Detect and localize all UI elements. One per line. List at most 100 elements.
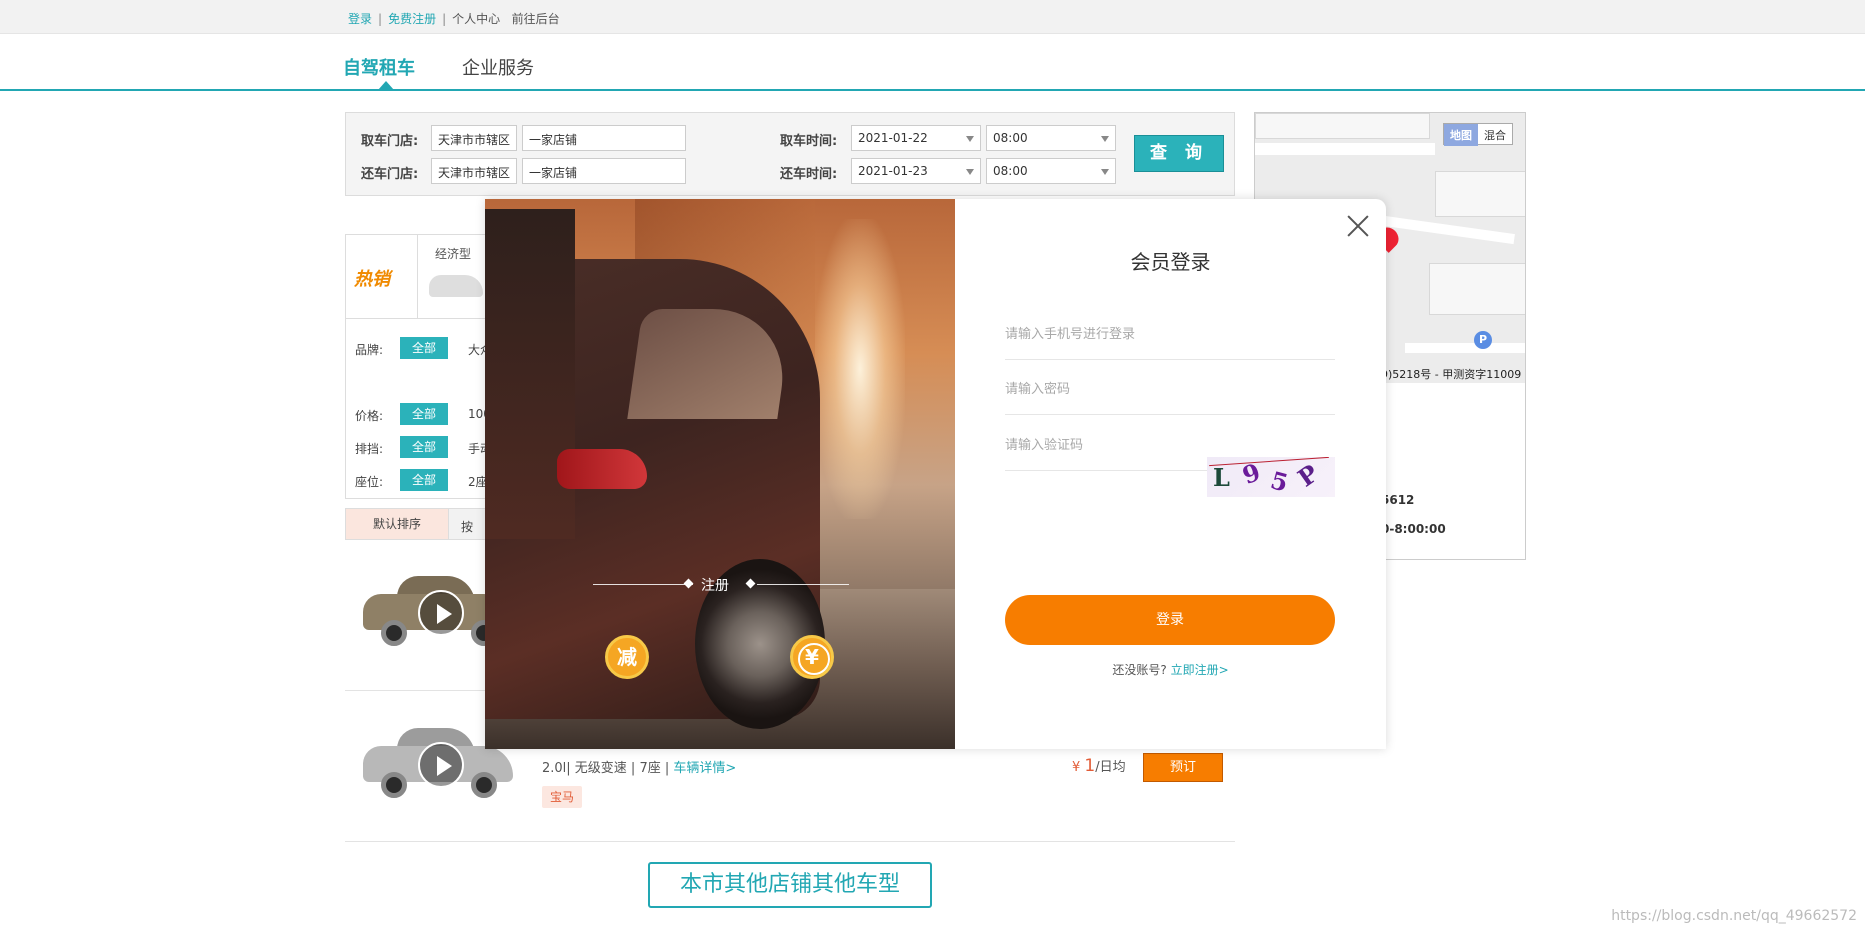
map-address: 9)5218号 - 甲测资字11009 [1381, 368, 1522, 381]
other-stores-button[interactable]: 本市其他店铺其他车型 [648, 862, 932, 908]
map-road [1255, 143, 1435, 155]
active-tab-indicator [378, 81, 394, 90]
coin-badge-icon: ¥ [790, 635, 834, 679]
discount-badge-icon: 减 [605, 635, 649, 679]
pickup-date-select[interactable]: 2021-01-22 [851, 125, 981, 151]
car-wheel [381, 772, 407, 798]
book-button[interactable]: 预订 [1143, 753, 1223, 782]
login-button[interactable]: 登录 [1005, 595, 1335, 645]
login-title: 会员登录 [1130, 250, 1211, 274]
captcha-char: 5 [1267, 465, 1292, 497]
play-video-icon[interactable] [418, 742, 464, 788]
phone-input[interactable] [1005, 310, 1335, 360]
price-currency: ¥ [1072, 760, 1081, 775]
seat-all-button[interactable]: 全部 [400, 469, 448, 491]
brand-tag: 宝马 [542, 786, 583, 808]
gear-all-button[interactable]: 全部 [400, 436, 448, 458]
admin-link[interactable]: 前往后台 [512, 10, 560, 27]
filter-panel: 热销 经济型 品牌: 全部 大众 价格: 全部 100 排挡: 全部 手动 座位… [345, 234, 492, 499]
top-bar: 登录 | 免费注册 | 个人中心 前往后台 [0, 0, 1865, 34]
login-link[interactable]: 登录 [348, 10, 372, 27]
store-phone: 5612 [1381, 493, 1415, 507]
return-store-select[interactable]: 一家店铺 [522, 158, 686, 184]
return-hour-value: 08:00 [993, 164, 1028, 178]
car-wheel [471, 772, 497, 798]
register-link[interactable]: 免费注册 [388, 10, 436, 27]
return-date-select[interactable]: 2021-01-23 [851, 158, 981, 184]
brand-filter-label: 品牌: [355, 343, 384, 357]
map-building [1255, 113, 1430, 139]
pickup-store-label: 取车门店: [361, 134, 419, 149]
separator: | [442, 12, 447, 26]
close-icon[interactable] [1346, 214, 1370, 238]
search-panel: 取车门店: 天津市市辖区 一家店铺 还车门店: 天津市市辖区 一家店铺 取车时间… [345, 112, 1235, 196]
captcha-image[interactable]: L 9 5 P [1207, 457, 1335, 497]
top-links: 登录 | 免费注册 | 个人中心 前往后台 [348, 10, 560, 27]
no-account-row: 还没账号? 立即注册> [955, 661, 1386, 678]
price-value: 1 [1084, 756, 1096, 776]
search-button[interactable]: 查 询 [1134, 135, 1224, 172]
hot-sale-label: 热销 [354, 269, 390, 290]
pickup-store-select[interactable]: 一家店铺 [522, 125, 686, 151]
register-now-link[interactable]: 立即注册> [1171, 663, 1229, 677]
return-date-value: 2021-01-23 [858, 164, 928, 178]
pickup-hour-select[interactable]: 08:00 [986, 125, 1116, 151]
map-road [1405, 343, 1525, 353]
main-nav: 自驾租车 企业服务 [0, 34, 1865, 91]
car-spec: 2.0l| 无级变速 | 7座 | 车辆详情> [542, 757, 736, 776]
password-input[interactable] [1005, 365, 1335, 415]
return-hour-select[interactable]: 08:00 [986, 158, 1116, 184]
price-unit: /日均 [1095, 760, 1126, 775]
map-mode-map[interactable]: 地图 [1444, 124, 1478, 146]
map-mode-hybrid[interactable]: 混合 [1478, 124, 1512, 146]
return-city-select[interactable]: 天津市市辖区 [431, 158, 517, 184]
brand-all-button[interactable]: 全部 [400, 337, 448, 359]
register-line-right [757, 584, 849, 585]
pickup-city-select[interactable]: 天津市市辖区 [431, 125, 517, 151]
seat-filter-label: 座位: [355, 475, 384, 489]
login-modal: 注册 减 ¥ 会员登录 L 9 5 P 登录 还没账号? 立即注册> [485, 199, 1386, 749]
coin-symbol: ¥ [805, 645, 819, 669]
photo-sunlight [815, 219, 905, 519]
sort-default[interactable]: 默认排序 [346, 509, 448, 539]
photo-car-taillight [557, 449, 647, 489]
car-price: ¥ 1/日均 [1072, 756, 1126, 776]
car-wheel [381, 620, 407, 646]
pickup-hour-value: 08:00 [993, 131, 1028, 145]
tab-enterprise[interactable]: 企业服务 [462, 54, 534, 80]
car-thumbnail-icon [429, 275, 483, 297]
map-building [1429, 263, 1525, 315]
map-building [1435, 171, 1525, 217]
account-link[interactable]: 个人中心 [452, 10, 500, 27]
category-economy[interactable]: 经济型 [418, 235, 488, 319]
map-type-switch[interactable]: 地图 混合 [1443, 123, 1513, 146]
parking-icon: P [1474, 331, 1492, 349]
play-video-icon[interactable] [418, 590, 464, 636]
listing-divider [345, 841, 1235, 842]
price-filter-label: 价格: [355, 409, 384, 423]
photo-register-link[interactable]: 注册 [701, 575, 729, 595]
photo-car-hatch [485, 209, 575, 539]
return-store-label: 还车门店: [361, 167, 419, 182]
category-label: 经济型 [434, 247, 471, 261]
car-spec-text: 2.0l| 无级变速 | 7座 | [542, 761, 670, 776]
gear-filter-label: 排挡: [355, 442, 384, 456]
register-line-left [593, 584, 693, 585]
tab-self-drive[interactable]: 自驾租车 [343, 54, 415, 80]
captcha-char: P [1292, 458, 1324, 493]
car-details-link[interactable]: 车辆详情> [673, 761, 736, 776]
pickup-date-value: 2021-01-22 [858, 131, 928, 145]
sort-bar: 默认排序 按 [345, 508, 488, 540]
no-account-text: 还没账号? [1112, 663, 1167, 677]
separator: | [378, 12, 383, 26]
pickup-time-label: 取车时间: [780, 134, 838, 149]
hot-sale-tab[interactable]: 热销 [346, 235, 418, 319]
price-all-button[interactable]: 全部 [400, 403, 448, 425]
promo-photo: 注册 减 ¥ [485, 199, 955, 749]
captcha-char: L [1213, 463, 1230, 492]
sort-other[interactable]: 按 [448, 509, 488, 539]
store-hours: 0-8:00:00 [1381, 522, 1446, 536]
return-time-label: 还车时间: [780, 167, 838, 182]
sort-other-label: 按 [461, 520, 474, 534]
watermark: https://blog.csdn.net/qq_49662572 [1611, 908, 1857, 924]
